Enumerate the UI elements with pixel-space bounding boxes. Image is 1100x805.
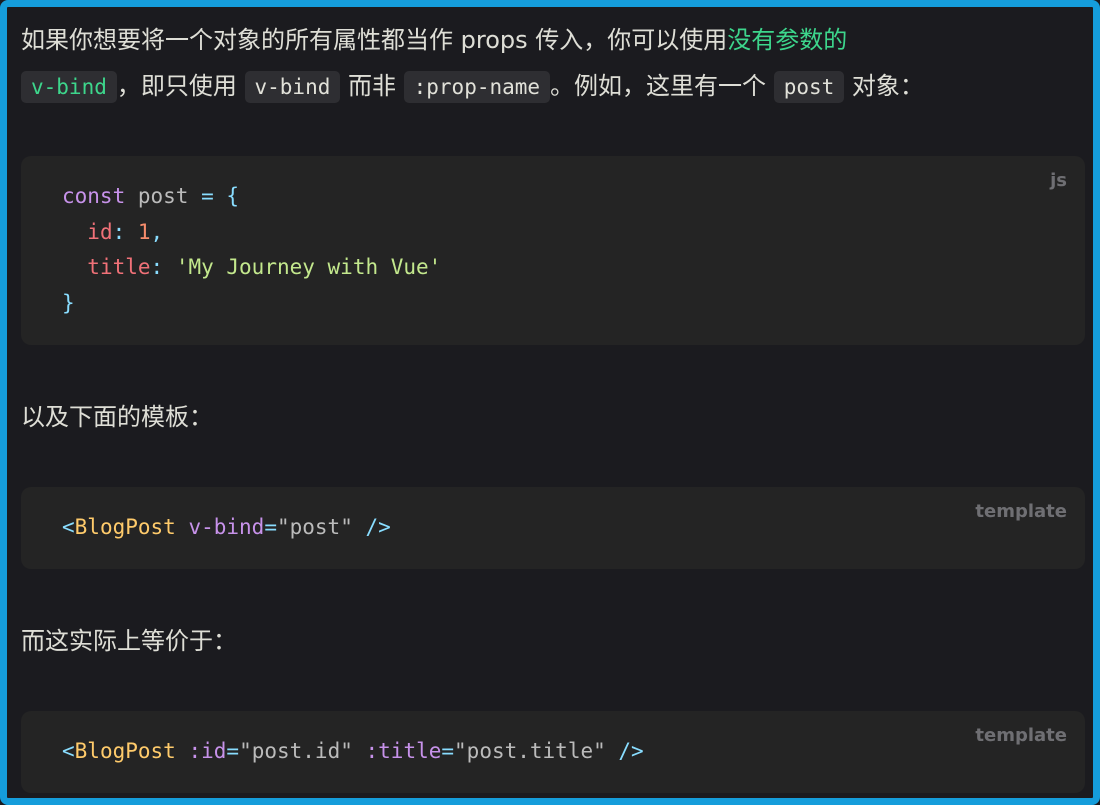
code-token: "post.title"	[454, 739, 606, 763]
code-token: :id	[188, 739, 227, 763]
code-lang-label: js	[1050, 170, 1067, 191]
code-js-content: const post = { id: 1, title: 'My Journey…	[62, 179, 441, 321]
intro-text-3: 而非	[340, 72, 404, 100]
code-token: v-bind	[188, 515, 265, 539]
code-token: "post"	[276, 515, 353, 539]
code-token: BlogPost	[74, 515, 176, 539]
code-token: =	[201, 184, 214, 208]
inline-code-post: post	[773, 71, 845, 103]
code-token: ,	[150, 219, 164, 244]
paragraph-equivalent: 而这实际上等价于：	[21, 627, 237, 655]
inline-code-vbind: v-bind	[244, 71, 341, 103]
paragraph-template-intro: 以及下面的模板：	[21, 403, 213, 431]
no-arg-link-text[interactable]: 没有参数的	[727, 26, 847, 54]
code-template2-content: <BlogPost :id="post.id" :title="post.tit…	[62, 734, 644, 770]
code-block-template-1: template <BlogPost v-bind="post" />	[21, 487, 1085, 569]
code-token: }	[62, 290, 75, 315]
code-token: post	[125, 184, 202, 208]
code-token: =	[441, 739, 455, 763]
code-token: title	[87, 255, 151, 279]
code-lang-label: template	[975, 501, 1067, 522]
code-token: <	[62, 739, 75, 763]
code-token: "post.id"	[239, 739, 353, 763]
code-token: <	[62, 515, 75, 539]
code-token: BlogPost	[74, 739, 176, 763]
inline-code-prop-name: :prop-name	[403, 71, 551, 103]
document-frame: 如果你想要将一个对象的所有属性都当作 props 传入，你可以使用没有参数的 v-…	[0, 0, 1100, 805]
code-token: 1	[137, 219, 151, 244]
intro-text-5: 对象：	[844, 72, 924, 100]
code-token: =	[264, 515, 277, 539]
code-template1-content: <BlogPost v-bind="post" />	[62, 510, 391, 546]
code-token: const	[62, 184, 126, 208]
code-block-js: js const post = { id: 1, title: 'My Jour…	[21, 156, 1085, 345]
code-token: 'My Journey with Vue'	[175, 255, 442, 279]
code-lang-label: template	[975, 725, 1067, 746]
code-token: :	[112, 219, 138, 244]
code-block-template-2: template <BlogPost :id="post.id" :title=…	[21, 711, 1085, 793]
intro-paragraph: 如果你想要将一个对象的所有属性都当作 props 传入，你可以使用没有参数的 v-…	[21, 17, 1086, 110]
intro-text-4: 。例如，这里有一个	[550, 72, 774, 100]
code-token: :title	[365, 739, 442, 763]
code-token: :	[150, 255, 176, 279]
code-token: =	[226, 739, 240, 763]
code-token: />	[365, 515, 391, 539]
code-token: />	[618, 739, 644, 763]
no-arg-link-code[interactable]: v-bind	[21, 71, 117, 103]
intro-text-2: ，即只使用	[116, 72, 245, 100]
code-token: id	[87, 219, 113, 244]
code-token: {	[226, 184, 240, 208]
intro-text-1: 如果你想要将一个对象的所有属性都当作 props 传入，你可以使用	[21, 26, 728, 54]
